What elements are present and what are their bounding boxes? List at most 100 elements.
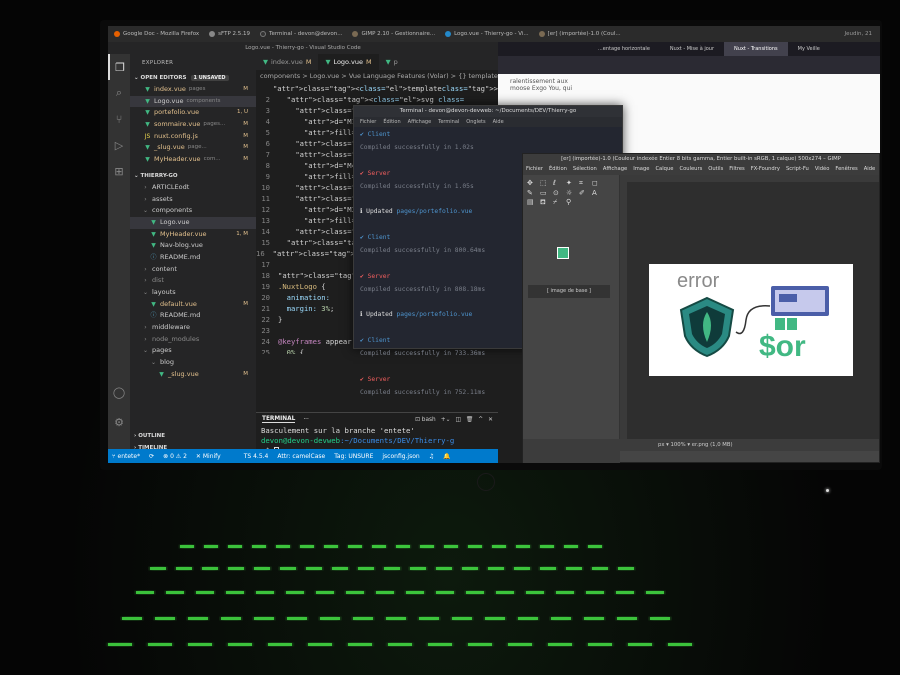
gimp-menu-item[interactable]: Fichier <box>526 164 543 175</box>
code-line[interactable]: 2 "attr">class="tag"><class="el">svg cla… <box>256 94 498 105</box>
split-icon[interactable]: ◫ <box>455 417 460 423</box>
project-section[interactable]: ⌄ THIERRY-GO <box>130 170 256 182</box>
tree-item[interactable]: ⓘ README.md <box>130 252 256 264</box>
feedback-icon[interactable]: ♫ <box>429 453 434 460</box>
menu-item[interactable]: Terminal <box>438 117 459 127</box>
gimp-menu-item[interactable]: Sélection <box>573 164 597 175</box>
text-tool-icon[interactable]: A <box>592 189 604 197</box>
tree-item[interactable]: ▼ MyHeader.vue 1, M <box>130 229 256 241</box>
close-icon[interactable]: ✕ <box>488 417 493 423</box>
tree-item[interactable]: ⌄ pages <box>130 345 256 357</box>
problems-indicator[interactable]: ⊗ 0 ⚠ 2 <box>163 453 187 460</box>
path-tool-icon[interactable]: ✐ <box>579 189 591 197</box>
zoom-tool-icon[interactable]: ⚲ <box>566 198 578 207</box>
menu-item[interactable]: Édition <box>383 117 400 127</box>
tab-index-vue[interactable]: ▼ index.vue M <box>256 54 318 70</box>
extensions-icon[interactable]: ⊞ <box>108 158 130 184</box>
menu-item[interactable]: Affichage <box>408 117 432 127</box>
move-tool-icon[interactable]: ✥ <box>527 179 539 188</box>
gimp-menu-item[interactable]: FX-Foundry <box>751 164 780 175</box>
fuzzy-select-icon[interactable]: ✦ <box>566 179 578 188</box>
attr-case[interactable]: Attr: camelCase <box>277 453 325 460</box>
ts-version[interactable]: TS 4.5.4 <box>244 453 269 460</box>
gimp-menu-item[interactable]: Image <box>633 164 649 175</box>
eraser-tool-icon[interactable]: ▭ <box>540 189 552 197</box>
outline-section[interactable]: › OUTLINE <box>130 430 256 442</box>
tree-item[interactable]: › assets <box>130 194 256 206</box>
gimp-menu-item[interactable]: Vidéo <box>815 164 830 175</box>
taskbar-item-vscode[interactable]: Logo.vue - Thierry-go - Vi... <box>445 31 529 37</box>
gimp-menu-item[interactable]: Outils <box>708 164 723 175</box>
open-editors-section[interactable]: ⌄ OPEN EDITORS 1 UNSAVED <box>130 72 256 84</box>
tree-item[interactable]: ⌄ layouts <box>130 287 256 299</box>
minify-button[interactable]: ✕ Minify <box>196 453 221 460</box>
tree-item[interactable]: ▼ Logo.vue <box>130 216 256 229</box>
firefox-tab[interactable]: My Veille <box>788 42 830 56</box>
source-control-icon[interactable]: ⑂ <box>108 106 130 132</box>
gimp-menu-item[interactable]: Script-Fu <box>786 164 809 175</box>
foreground-color-swatch[interactable] <box>557 247 569 259</box>
code-line[interactable]: "attr">class="tag"><class="el">templatec… <box>256 83 498 94</box>
lasso-tool-icon[interactable]: ℓ <box>553 179 565 188</box>
tree-item[interactable]: ▼ Nav-blog.vue <box>130 240 256 252</box>
open-editor-item[interactable]: ▼ _slug.vue page... M <box>130 142 256 154</box>
tree-item[interactable]: › node_modules <box>130 334 256 346</box>
tree-item[interactable]: › content <box>130 264 256 276</box>
open-editor-item[interactable]: JS nuxt.config.js M <box>130 131 256 143</box>
tab-logo-vue[interactable]: ▼ Logo.vue M <box>318 54 379 70</box>
firefox-tab[interactable]: Nuxt - Mise à jour <box>660 42 724 56</box>
open-editor-item[interactable]: ▼ index.vue pages M <box>130 84 256 96</box>
gradient-tool-icon[interactable]: ▤ <box>527 198 539 207</box>
taskbar-item-gimp-manager[interactable]: GIMP 2.10 - Gestionnaire... <box>352 31 435 37</box>
gimp-menu-item[interactable]: Aide <box>864 164 875 175</box>
tree-item[interactable]: ▼ default.vue M <box>130 299 256 311</box>
gimp-menu-item[interactable]: Couleurs <box>679 164 702 175</box>
tree-item[interactable]: ⓘ README.md <box>130 310 256 322</box>
tree-item[interactable]: ▼ _slug.vue M <box>130 369 256 381</box>
tree-item[interactable]: › middleware <box>130 322 256 334</box>
gimp-menu-item[interactable]: Édition <box>549 164 567 175</box>
transform-tool-icon[interactable]: ◻ <box>592 179 604 188</box>
select-tool-icon[interactable]: ⬚ <box>540 179 552 188</box>
clone-tool-icon[interactable]: ⊙ <box>553 189 565 197</box>
gimp-menu-item[interactable]: Calque <box>655 164 673 175</box>
taskbar-item-terminal[interactable]: Terminal - devon@devon... <box>260 31 342 37</box>
gimp-menu-item[interactable]: Affichage <box>603 164 627 175</box>
tag-case[interactable]: Tag: UNSURE <box>334 453 373 460</box>
gear-icon[interactable]: ⚙ <box>108 409 130 435</box>
terminal-panel-tab[interactable]: TERMINAL <box>262 416 296 423</box>
paint-tool-icon[interactable]: ✎ <box>527 189 539 197</box>
menu-item[interactable]: Onglets <box>466 117 485 127</box>
search-icon[interactable]: ⌕ <box>108 80 130 106</box>
tree-item[interactable]: › ARTICLEodt <box>130 182 256 194</box>
tree-item[interactable]: ⌄ blog <box>130 357 256 369</box>
tree-item[interactable]: › dist <box>130 275 256 287</box>
open-editor-item[interactable]: ▼ Logo.vue components <box>130 95 256 108</box>
account-icon[interactable]: ◯ <box>108 379 130 405</box>
tree-item[interactable]: ⌄ components <box>130 205 256 217</box>
jsconfig-indicator[interactable]: jsconfig.json <box>382 453 419 460</box>
sync-icon[interactable]: ⟳ <box>149 453 154 460</box>
firefox-tab[interactable]: Nuxt - Transitions <box>724 42 788 56</box>
taskbar-item-gimp-image[interactable]: [er] (importée)-1.0 (Coul... <box>538 31 621 37</box>
add-terminal-icon[interactable]: +⌄ <box>441 417 451 423</box>
taskbar-item-firefox[interactable]: Google Doc - Mozilla Firefox <box>114 31 199 37</box>
explorer-icon[interactable]: ❐ <box>108 54 130 80</box>
crop-tool-icon[interactable]: ⌗ <box>579 179 591 188</box>
bell-icon[interactable]: 🔔 <box>443 453 450 460</box>
trash-icon[interactable]: 🗑 <box>466 417 473 423</box>
open-editor-item[interactable]: ▼ portefolio.vue 1, U <box>130 107 256 119</box>
gimp-menu-item[interactable]: Fenêtres <box>835 164 857 175</box>
taskbar-item-sftp[interactable]: sFTP 2.5.19 <box>209 31 250 37</box>
bucket-tool-icon[interactable]: ⛾ <box>540 198 552 207</box>
shell-selector[interactable]: ⊡ bash <box>415 417 436 423</box>
open-editor-item[interactable]: ▼ sommaire.vue pages... M <box>130 119 256 131</box>
gimp-canvas[interactable]: error $or <box>620 175 879 439</box>
picker-tool-icon[interactable]: ⌿ <box>553 198 565 207</box>
menu-item[interactable]: Aide <box>493 117 504 127</box>
layer-item[interactable]: [ image de base ] <box>528 285 610 298</box>
gimp-menu-item[interactable]: Filtres <box>729 164 744 175</box>
firefox-tab[interactable]: ...entage horizontale <box>588 42 660 56</box>
breadcrumb[interactable]: components > Logo.vue > Vue Language Fea… <box>256 70 498 83</box>
tab-portefolio[interactable]: ▼ p <box>379 54 405 70</box>
